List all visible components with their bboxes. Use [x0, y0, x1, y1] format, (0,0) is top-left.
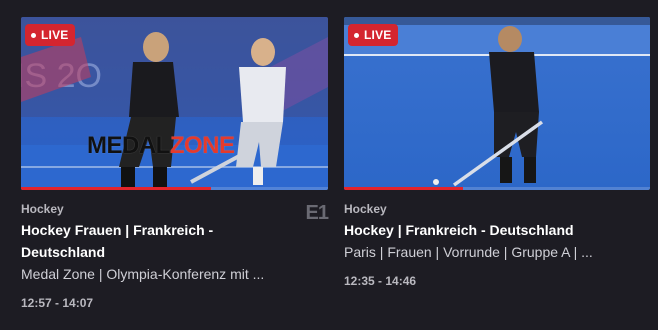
video-title[interactable]: Hockey | Frankreich - Deutschland: [344, 219, 614, 241]
live-badge: LIVE: [25, 24, 76, 46]
live-label: LIVE: [41, 28, 69, 42]
live-dot-icon: [354, 32, 359, 38]
video-meta: Hockey Hockey Frauen | Frankreich - Deut…: [21, 202, 328, 310]
video-thumbnail[interactable]: IS 2O MEDALZONE LIVE: [21, 17, 328, 190]
video-meta: Hockey Hockey | Frankreich - Deutschland…: [344, 202, 650, 288]
live-label: LIVE: [364, 28, 392, 42]
medal-zone-part2: ZONE: [169, 132, 235, 159]
medal-zone-part1: MEDAL: [87, 132, 170, 159]
progress-bar: [21, 187, 212, 190]
progress-bar: [344, 187, 464, 190]
medal-zone-overlay: MEDALZONE: [87, 132, 235, 160]
live-dot-icon: [31, 32, 36, 38]
sport-label: Hockey: [21, 202, 64, 216]
video-card-hockey-match[interactable]: LIVE Hockey Hockey | Frankreich - Deutsc…: [344, 17, 650, 288]
sport-label: Hockey: [344, 202, 387, 216]
video-title[interactable]: Hockey Frauen | Frankreich - Deutschland: [21, 219, 291, 263]
video-subtitle: Paris | Frauen | Vorrunde | Gruppe A | .…: [344, 244, 593, 260]
broadcast-time: 12:35 - 14:46: [344, 274, 417, 288]
video-subtitle: Medal Zone | Olympia-Konferenz mit ...: [21, 266, 265, 282]
live-badge: LIVE: [348, 24, 399, 46]
video-thumbnail[interactable]: LIVE: [344, 17, 650, 190]
broadcast-time: 12:57 - 14:07: [21, 296, 94, 310]
video-card-medal-zone[interactable]: IS 2O MEDALZONE LIVE E1 Hockey: [21, 17, 329, 310]
